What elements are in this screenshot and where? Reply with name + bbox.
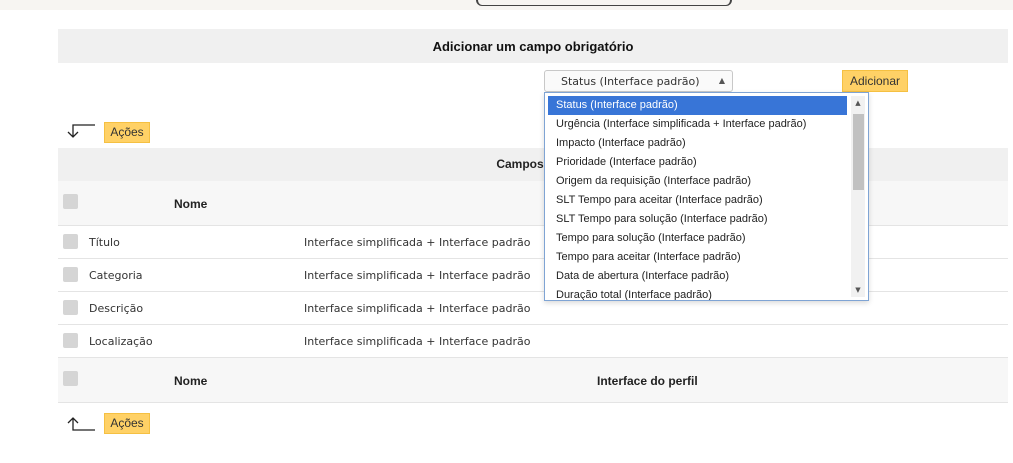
row-checkbox[interactable] [63, 267, 78, 282]
dropdown-option[interactable]: SLT Tempo para solução (Interface padrão… [548, 210, 847, 229]
dropdown-option[interactable]: Tempo para aceitar (Interface padrão) [548, 248, 847, 267]
row-interface: Interface simplificada + Interface padrã… [304, 236, 531, 249]
arrow-down-left-icon [67, 124, 95, 138]
dropdown-option[interactable]: Impacto (Interface padrão) [548, 134, 847, 153]
field-select[interactable]: Status (Interface padrão) ▲ [544, 70, 733, 92]
scroll-down-icon[interactable]: ▼ [851, 283, 865, 297]
add-mandatory-field-header: Adicionar um campo obrigatório [58, 29, 1008, 63]
row-interface: Interface simplificada + Interface padrã… [304, 302, 531, 315]
actions-button-top[interactable]: Ações [104, 122, 150, 143]
row-name: Descrição [89, 302, 144, 315]
row-name: Localização [89, 335, 153, 348]
row-interface: Interface simplificada + Interface padrã… [304, 269, 531, 282]
dropdown-option[interactable]: Origem da requisição (Interface padrão) [548, 172, 847, 191]
row-name: Categoria [89, 269, 143, 282]
dropdown-option[interactable]: Data de abertura (Interface padrão) [548, 267, 847, 286]
scroll-up-icon[interactable]: ▲ [851, 96, 865, 110]
add-button[interactable]: Adicionar [842, 70, 908, 92]
table-row: Localização Interface simplificada + Int… [58, 325, 1008, 358]
dropdown-option[interactable]: Prioridade (Interface padrão) [548, 153, 847, 172]
dropdown-option[interactable]: Urgência (Interface simplificada + Inter… [548, 115, 847, 134]
row-checkbox[interactable] [63, 234, 78, 249]
dropdown-option[interactable]: Duração total (Interface padrão) [548, 286, 847, 300]
dropdown-option[interactable]: SLT Tempo para aceitar (Interface padrão… [548, 191, 847, 210]
row-name: Título [89, 236, 120, 249]
row-checkbox[interactable] [63, 333, 78, 348]
dropdown-scrollbar[interactable]: ▲ ▼ [851, 96, 865, 297]
field-select-value: Status (Interface padrão) [561, 75, 700, 88]
clipped-title-frame [476, 0, 732, 6]
field-dropdown-list[interactable]: Status (Interface padrão) Urgência (Inte… [544, 92, 869, 301]
select-all-checkbox[interactable] [63, 194, 78, 209]
scrollbar-thumb[interactable] [853, 114, 864, 190]
row-interface: Interface simplificada + Interface padrã… [304, 335, 531, 348]
arrow-up-left-icon [67, 417, 95, 431]
column-footer-interface: Interface do perfil [597, 374, 698, 388]
column-header-name: Nome [174, 197, 208, 211]
dropdown-option[interactable]: Tempo para solução (Interface padrão) [548, 229, 847, 248]
column-footer-name: Nome [174, 374, 208, 388]
top-strip [0, 0, 1013, 10]
caret-up-icon: ▲ [718, 76, 725, 85]
table-footer-row: Nome Interface do perfil [58, 358, 1008, 403]
actions-button-bottom[interactable]: Ações [104, 413, 150, 434]
dropdown-option[interactable]: Status (Interface padrão) [548, 96, 847, 115]
select-all-checkbox-footer[interactable] [63, 371, 78, 386]
row-checkbox[interactable] [63, 300, 78, 315]
